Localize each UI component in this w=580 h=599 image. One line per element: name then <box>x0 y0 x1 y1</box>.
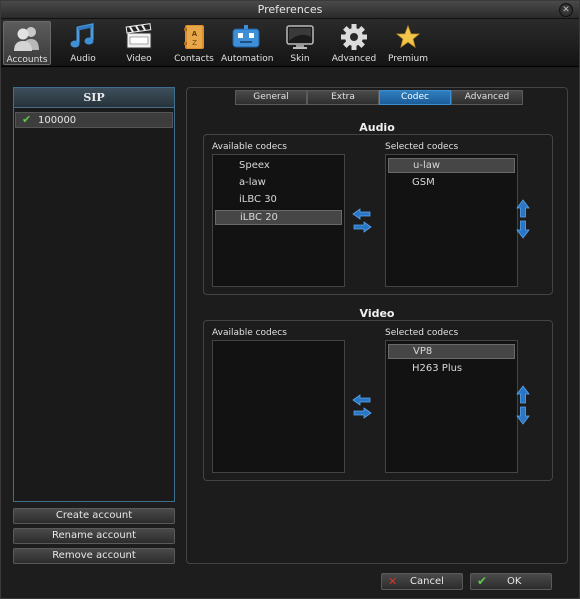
clapperboard-icon <box>125 23 152 49</box>
list-item[interactable]: VP8 <box>388 344 515 359</box>
video-available-label: Available codecs <box>212 328 287 338</box>
accounts-icon <box>14 27 39 51</box>
audio-available-label: Available codecs <box>212 142 287 152</box>
check-icon: ✔ <box>22 113 32 126</box>
list-item[interactable]: iLBC 30 <box>215 193 342 208</box>
cancel-label: Cancel <box>410 576 444 587</box>
remove-account-button[interactable]: Remove account <box>13 548 175 564</box>
audio-codec-group: Available codecs Selected codecs Speex a… <box>203 134 553 295</box>
toolbar-label: Contacts <box>174 54 214 64</box>
toolbar-label: Skin <box>290 54 310 64</box>
svg-text:A: A <box>192 30 198 38</box>
reorder-arrows <box>516 199 530 239</box>
toolbar-item-skin[interactable]: Skin <box>277 21 323 65</box>
move-right-icon[interactable] <box>353 407 372 419</box>
address-book-icon: A Z <box>184 25 204 49</box>
toolbar-item-audio[interactable]: Audio <box>59 21 107 65</box>
list-item[interactable]: GSM <box>388 176 515 191</box>
svg-text:Z: Z <box>192 39 197 47</box>
accounts-panel: SIP ✔ 100000 <box>13 87 175 502</box>
ok-label: OK <box>507 576 522 587</box>
video-codec-group: Available codecs Selected codecs VP8 H26… <box>203 320 553 481</box>
audio-selected-list[interactable]: u-law GSM <box>385 154 518 287</box>
video-selected-list[interactable]: VP8 H263 Plus <box>385 340 518 473</box>
accounts-panel-header: SIP <box>14 88 174 108</box>
move-up-icon[interactable] <box>516 199 530 218</box>
toolbar-item-accounts[interactable]: Accounts <box>3 21 51 65</box>
ok-check-icon: ✔ <box>477 574 488 588</box>
toolbar-label: Advanced <box>331 54 377 64</box>
toolbar-label: Accounts <box>6 55 48 65</box>
toolbar-item-video[interactable]: Video <box>115 21 163 65</box>
account-name: 100000 <box>38 115 77 126</box>
move-down-icon[interactable] <box>516 406 530 425</box>
title-bar: Preferences ✕ <box>1 1 579 19</box>
gear-icon <box>341 24 367 50</box>
video-selected-label: Selected codecs <box>385 328 459 338</box>
close-icon[interactable]: ✕ <box>559 3 573 17</box>
toolbar-label: Video <box>126 54 152 64</box>
list-item[interactable]: iLBC 20 <box>215 210 342 225</box>
move-arrows <box>352 208 372 233</box>
toolbar-item-advanced[interactable]: Advanced <box>331 21 377 65</box>
move-up-icon[interactable] <box>516 385 530 404</box>
account-list-item[interactable]: ✔ 100000 <box>15 112 173 128</box>
robot-icon <box>232 25 260 48</box>
tab-codec[interactable]: Codec <box>379 90 451 105</box>
preferences-window: Preferences ✕ Accounts Audio Video A Z C… <box>0 0 580 599</box>
cancel-x-icon: ✕ <box>388 575 398 588</box>
video-available-list[interactable] <box>212 340 345 473</box>
move-left-icon[interactable] <box>352 394 371 406</box>
music-note-icon <box>70 23 94 48</box>
tab-extra[interactable]: Extra <box>307 90 379 105</box>
toolbar-label: Audio <box>70 54 96 64</box>
list-item[interactable]: u-law <box>388 158 515 173</box>
move-right-icon[interactable] <box>353 221 372 233</box>
ok-button[interactable]: ✔ OK <box>470 573 552 590</box>
reorder-arrows <box>516 385 530 425</box>
list-item[interactable]: a-law <box>215 176 342 191</box>
move-arrows <box>352 394 372 419</box>
toolbar-item-automation[interactable]: Automation <box>221 21 274 65</box>
settings-panel: General Extra Codec Advanced Audio Avail… <box>186 87 568 564</box>
star-icon <box>395 24 421 48</box>
tab-general[interactable]: General <box>235 90 307 105</box>
move-down-icon[interactable] <box>516 220 530 239</box>
audio-section-title: Audio <box>359 121 395 134</box>
list-item[interactable]: H263 Plus <box>388 362 515 377</box>
toolbar-label: Premium <box>387 54 429 64</box>
move-left-icon[interactable] <box>352 208 371 220</box>
cancel-button[interactable]: ✕ Cancel <box>381 573 463 590</box>
settings-tabs: General Extra Codec Advanced <box>235 90 523 105</box>
tab-advanced[interactable]: Advanced <box>451 90 523 105</box>
toolbar-item-premium[interactable]: Premium <box>385 21 431 65</box>
toolbar-item-contacts[interactable]: A Z Contacts <box>171 21 217 65</box>
list-item[interactable]: Speex <box>215 159 342 174</box>
window-title: Preferences <box>257 3 323 16</box>
monitor-icon <box>286 25 314 49</box>
toolbar-label: Automation <box>221 54 274 64</box>
audio-available-list[interactable]: Speex a-law iLBC 30 iLBC 20 <box>212 154 345 287</box>
rename-account-button[interactable]: Rename account <box>13 528 175 544</box>
category-toolbar: Accounts Audio Video A Z Contacts Automa… <box>1 19 579 67</box>
audio-selected-label: Selected codecs <box>385 142 459 152</box>
create-account-button[interactable]: Create account <box>13 508 175 524</box>
video-section-title: Video <box>359 307 395 320</box>
